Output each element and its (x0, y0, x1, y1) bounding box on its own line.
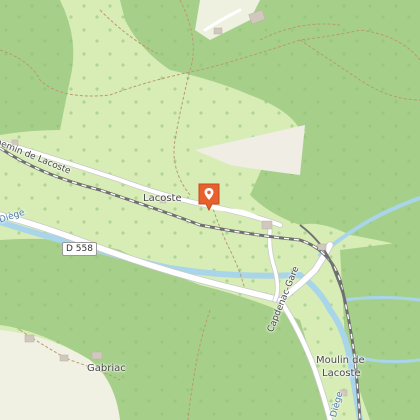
place-label-moulin-line1: Moulin de (316, 355, 365, 366)
place-label-gabriac: Gabriac (87, 363, 126, 374)
map-pin-icon (198, 183, 220, 212)
map-canvas[interactable]: Chemin de Lacoste Lacoste D 558 Capdenac… (0, 0, 420, 420)
location-marker[interactable] (198, 183, 220, 212)
road-shield-d558: D 558 (62, 242, 97, 256)
place-label-lacoste: Lacoste (143, 193, 182, 204)
place-label-moulin-line2: Lacoste (322, 368, 361, 379)
